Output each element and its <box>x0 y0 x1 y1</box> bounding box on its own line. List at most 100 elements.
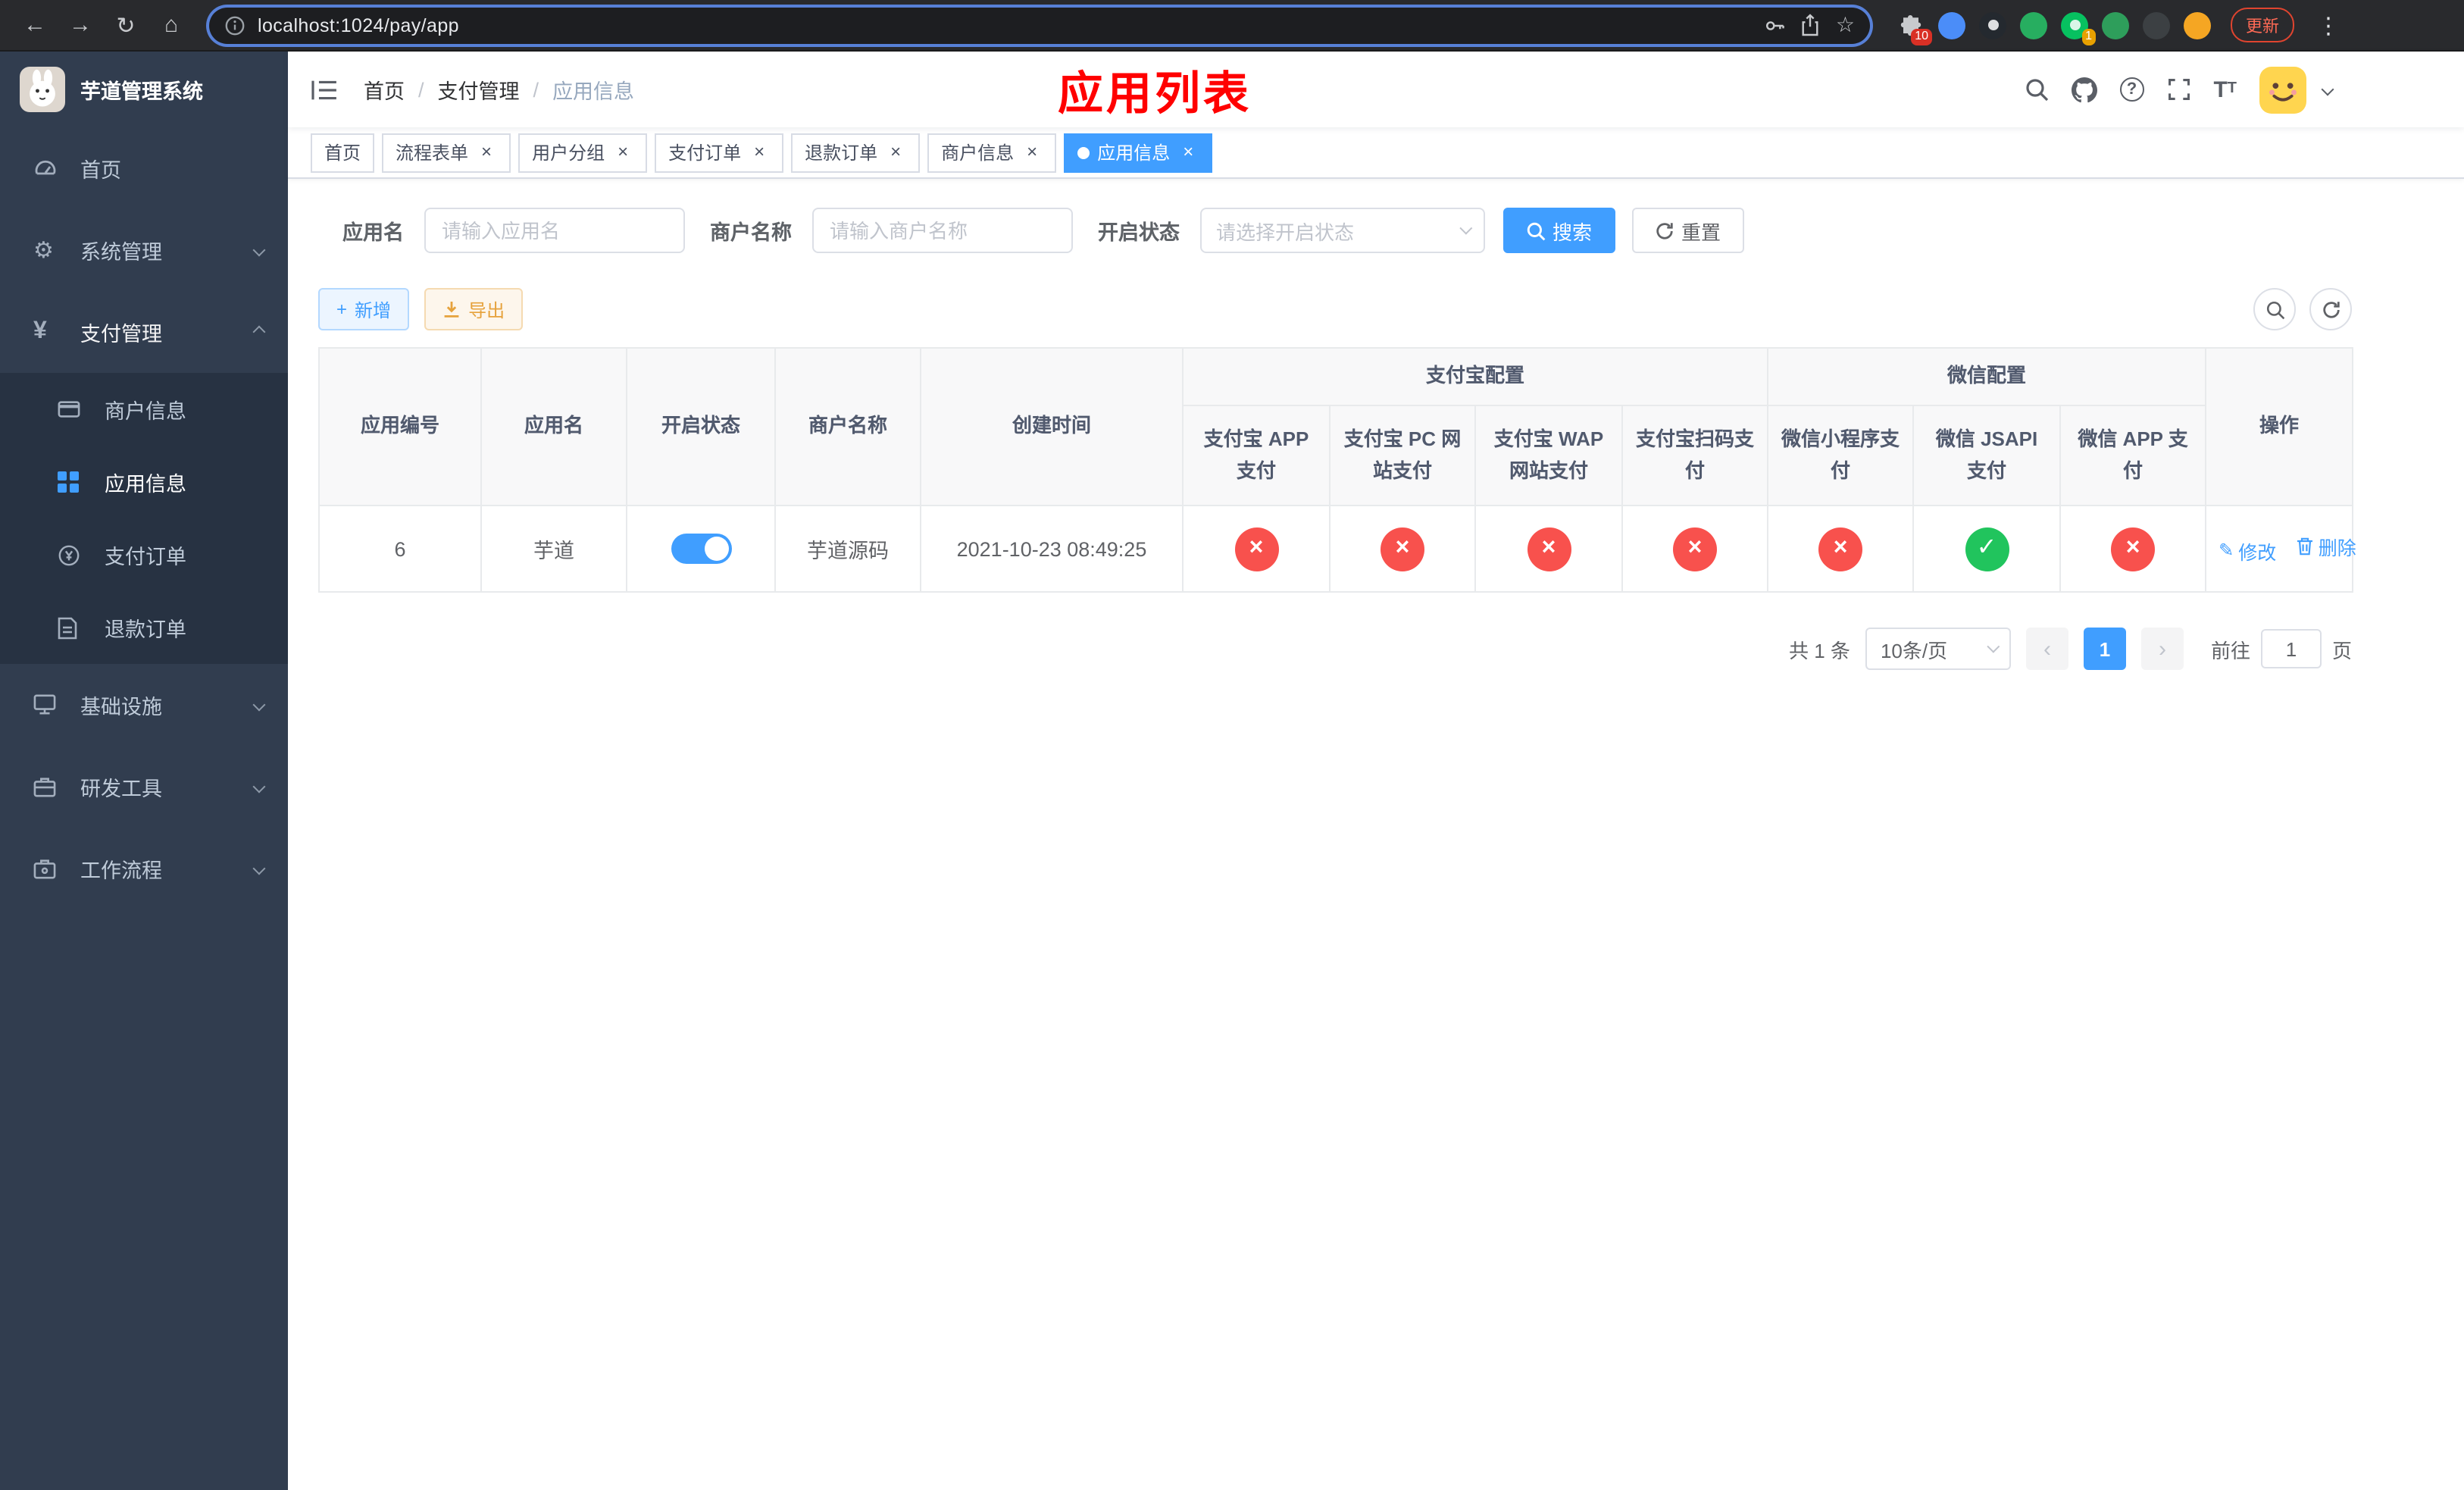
tag-process-form[interactable]: 流程表单 × <box>382 133 511 172</box>
tag-pay-order[interactable]: 支付订单 × <box>655 133 784 172</box>
merchant-name-input[interactable] <box>811 208 1072 253</box>
extension-icon-4[interactable]: 1 <box>2061 11 2096 45</box>
page-number-button[interactable]: 1 <box>2083 628 2126 670</box>
tab-close-icon[interactable]: × <box>1021 142 1043 163</box>
extension-icon-2[interactable] <box>1979 11 2006 39</box>
extension-badge: 1 <box>2081 28 2096 45</box>
chevron-up-icon <box>252 325 266 339</box>
browser-window: ← → ↻ ⌂ localhost:1024/pay/app ☆ 10 1 更新… <box>0 0 2464 1490</box>
merchant-name-label: 商户名称 <box>710 221 792 244</box>
sidebar-item-label: 退款订单 <box>105 618 186 641</box>
sidebar-item-pay-order[interactable]: 支付订单 <box>0 518 288 591</box>
yen-icon: ¥ <box>33 318 47 344</box>
dashboard-icon <box>33 156 70 180</box>
cell-status <box>626 505 776 593</box>
breadcrumb-home[interactable]: 首页 <box>364 74 405 105</box>
page-size-select[interactable]: 10条/页 <box>1865 628 2011 670</box>
sidebar-item-label: 研发工具 <box>80 778 162 800</box>
sidebar-item-label: 基础设施 <box>80 696 162 718</box>
forward-button[interactable]: → <box>61 5 100 45</box>
briefcase-icon <box>33 858 70 879</box>
download-icon <box>444 302 459 318</box>
back-button[interactable]: ← <box>15 5 55 45</box>
sidebar-item-refund-order[interactable]: 退款订单 <box>0 591 288 664</box>
share-icon[interactable] <box>1801 14 1821 36</box>
browser-menu-icon[interactable]: ⋮ <box>2308 11 2349 39</box>
sidebar-item-app-info[interactable]: 应用信息 <box>0 446 288 518</box>
sidebar-item-system[interactable]: ⚙ 系统管理 <box>0 209 288 291</box>
tag-app-info[interactable]: 应用信息 × <box>1064 133 1213 172</box>
tag-refund-order[interactable]: 退款订单 × <box>791 133 921 172</box>
prev-page-button[interactable]: ‹ <box>2025 628 2068 670</box>
next-page-button[interactable]: › <box>2140 628 2184 670</box>
monitor-icon <box>33 694 70 715</box>
extension-icon-6[interactable] <box>2143 11 2170 39</box>
bookmark-star-icon[interactable]: ☆ <box>1836 12 1855 38</box>
wx-jsapi-status-icon: ✓ <box>1965 527 2009 571</box>
breadcrumb: 首页 / 支付管理 / 应用信息 <box>364 74 634 105</box>
filter-bar: 应用名 商户名称 开启状态 请选择开启状态 <box>342 206 2434 255</box>
browser-update-button[interactable]: 更新 <box>2231 8 2294 42</box>
app-title: 芋道管理系统 <box>80 80 203 103</box>
app-name-input[interactable] <box>424 208 684 253</box>
add-button[interactable]: + 新增 <box>318 288 410 330</box>
tab-close-icon[interactable]: × <box>612 142 633 163</box>
sidebar-toggle-button[interactable] <box>311 78 338 101</box>
sidebar-item-home[interactable]: 首页 <box>0 127 288 209</box>
tag-merchant-info[interactable]: 商户信息 × <box>927 133 1057 172</box>
github-icon[interactable] <box>2071 77 2097 102</box>
sidebar-item-devtools[interactable]: 研发工具 <box>0 746 288 828</box>
pay-order-icon <box>58 543 94 566</box>
delete-button[interactable]: 删除 <box>2296 533 2356 562</box>
logo-avatar <box>20 67 65 112</box>
gear-icon: ⚙ <box>33 238 54 264</box>
search-button[interactable]: 搜索 <box>1502 208 1615 253</box>
extensions-icon[interactable]: 10 <box>1897 11 1932 45</box>
reload-button[interactable]: ↻ <box>106 5 145 45</box>
site-info-icon[interactable] <box>224 14 245 36</box>
sidebar-item-merchant-info[interactable]: 商户信息 <box>0 373 288 446</box>
pagination: 共 1 条 10条/页 ‹ 1 › 前往 页 <box>318 628 2352 670</box>
trash-icon <box>2297 538 2312 556</box>
extension-icon-5[interactable] <box>2102 11 2129 39</box>
tab-close-icon[interactable]: × <box>749 142 770 163</box>
tab-close-icon[interactable]: × <box>1177 142 1199 163</box>
sidebar-item-label: 首页 <box>80 159 121 182</box>
status-label: 开启状态 <box>1098 221 1180 244</box>
reset-button[interactable]: 重置 <box>1631 208 1744 253</box>
breadcrumb-payment[interactable]: 支付管理 <box>438 74 520 105</box>
sidebar-item-label: 商户信息 <box>105 400 186 423</box>
font-size-icon[interactable]: TT <box>2213 78 2237 101</box>
help-icon[interactable]: ? <box>2119 77 2144 102</box>
search-toggle-button[interactable] <box>2253 288 2296 330</box>
address-bar[interactable]: localhost:1024/pay/app ☆ <box>209 7 1870 43</box>
tab-close-icon[interactable]: × <box>476 142 497 163</box>
status-select[interactable]: 请选择开启状态 <box>1199 208 1484 253</box>
avatar-caret-icon[interactable] <box>2321 83 2334 96</box>
export-button[interactable]: 导出 <box>424 288 524 330</box>
fullscreen-icon[interactable] <box>2166 77 2190 102</box>
col-app-name: 应用名 <box>480 347 627 506</box>
search-icon[interactable] <box>2024 77 2048 102</box>
sidebar-item-label: 应用信息 <box>105 473 186 496</box>
status-toggle[interactable] <box>671 534 731 564</box>
edit-button[interactable]: ✎ 修改 <box>2219 537 2276 565</box>
wx-lite-status-icon: × <box>1818 527 1863 571</box>
goto-page-input[interactable] <box>2260 629 2322 668</box>
table-row: 6 芋道 芋道源码 2021-10-23 08:49:25 × × × × × <box>318 505 2356 593</box>
tag-user-group[interactable]: 用户分组 × <box>518 133 648 172</box>
extension-icon-3[interactable] <box>2020 11 2047 39</box>
tab-close-icon[interactable]: × <box>885 142 906 163</box>
avatar[interactable] <box>2259 66 2306 113</box>
tag-home[interactable]: 首页 × <box>311 133 375 172</box>
password-key-icon[interactable] <box>1765 14 1786 36</box>
sidebar-item-payment[interactable]: ¥ 支付管理 <box>0 291 288 373</box>
sidebar-item-workflow[interactable]: 工作流程 <box>0 828 288 909</box>
sidebar-item-label: 支付管理 <box>80 323 162 346</box>
extension-icon-1[interactable] <box>1938 11 1965 39</box>
sidebar-item-infrastructure[interactable]: 基础设施 <box>0 664 288 746</box>
home-button[interactable]: ⌂ <box>152 5 191 45</box>
extension-icon-7[interactable] <box>2184 11 2211 39</box>
col-alipay-app: 支付宝 APP 支付 <box>1182 405 1330 506</box>
refresh-button[interactable] <box>2309 288 2352 330</box>
